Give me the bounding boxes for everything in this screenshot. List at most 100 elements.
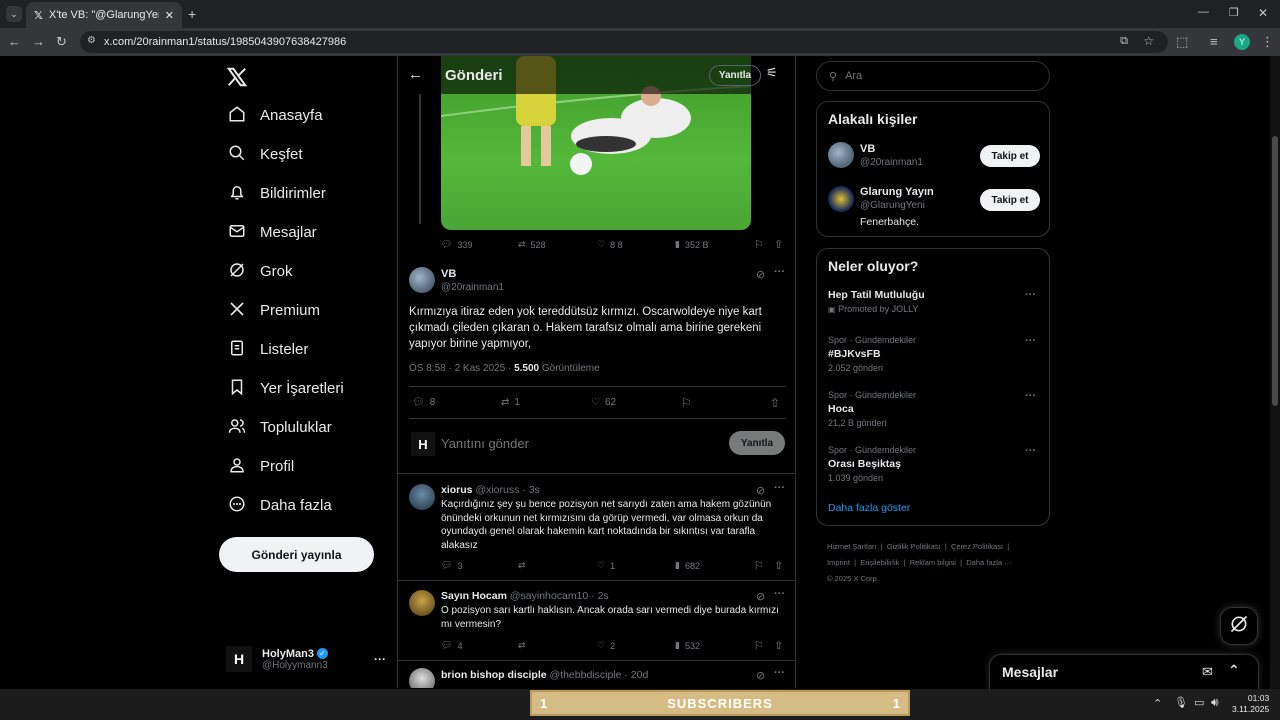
trend-item[interactable]: Spor · Gündemdekiler Hoca 21,2 B gönderi <box>828 390 1038 428</box>
reply-more-icon[interactable]: ··· <box>774 667 785 679</box>
reply-name[interactable]: xiorus <box>441 484 473 496</box>
trend-item[interactable]: Spor · Gündemdekiler Orası Beşiktaş 1.03… <box>828 445 1038 483</box>
reply-view-count[interactable]: ▮ 532 <box>675 640 700 651</box>
reply-repost-count[interactable]: ⇄ <box>518 560 531 571</box>
back-icon[interactable]: ← <box>8 34 21 49</box>
search-input[interactable] <box>845 70 1026 82</box>
bookmark-icon[interactable]: ⚐ <box>754 639 764 652</box>
new-tab-icon[interactable]: + <box>188 6 196 22</box>
reload-icon[interactable]: ↻ <box>56 34 67 50</box>
back-arrow-icon[interactable]: ← <box>408 66 423 83</box>
install-app-icon[interactable]: ⧉ <box>1120 35 1128 48</box>
footer-link[interactable]: Gizlilik Politikası <box>887 542 941 551</box>
author-handle[interactable]: @20rainman1 <box>441 282 504 293</box>
search-box[interactable]: ⚲ <box>816 61 1050 91</box>
trend-item[interactable]: Spor · Gündemdekiler #BJKvsFB 2.052 gönd… <box>828 335 1038 373</box>
x-logo-icon[interactable] <box>226 66 248 88</box>
forward-icon[interactable]: → <box>32 34 45 49</box>
grok-fab-button[interactable] <box>1220 607 1258 645</box>
footer-link[interactable]: Erişilebilirlik <box>860 558 899 567</box>
network-icon[interactable]: ▭ <box>1194 696 1204 709</box>
account-switcher[interactable]: H HolyMan3 ✓ @Holyymann3 ··· <box>226 644 386 674</box>
tray-chevron-icon[interactable]: ⌃ <box>1153 697 1162 710</box>
person-name[interactable]: VB <box>860 143 875 155</box>
expand-drawer-icon[interactable]: ⌃ <box>1228 662 1240 679</box>
bookmark-icon[interactable]: ⚐ <box>754 238 764 251</box>
nav-home[interactable]: Anasayfa <box>218 96 388 135</box>
reply-avatar[interactable] <box>409 484 435 510</box>
post-button[interactable]: Gönderi yayınla <box>219 537 374 572</box>
nav-bookmarks[interactable]: Yer İşaretleri <box>218 369 388 408</box>
reply-more-icon[interactable]: ··· <box>774 482 785 494</box>
nav-grok[interactable]: Grok <box>218 252 388 291</box>
reply-avatar[interactable] <box>409 668 435 688</box>
trend-more-icon[interactable]: ··· <box>1025 445 1036 457</box>
reply-handle[interactable]: @sayinhocam10 <box>510 590 588 602</box>
trend-item[interactable]: Hep Tatil Mutluluğu ▣ Promoted by JOLLY <box>828 289 1038 314</box>
trend-more-icon[interactable]: ··· <box>1025 335 1036 347</box>
main-bookmark-icon[interactable]: ⚐ <box>681 396 692 410</box>
reply-handle[interactable]: @thebbdisciple <box>550 669 622 681</box>
person-name[interactable]: Glarung Yayın <box>860 186 934 198</box>
nav-more[interactable]: Daha fazla <box>218 486 388 525</box>
main-repost-count[interactable]: ⇄ 1 <box>501 397 520 408</box>
restore-icon[interactable]: ❐ <box>1229 6 1239 19</box>
person-handle[interactable]: @20rainman1 <box>860 157 923 168</box>
grok-explain-icon[interactable]: ⊘ <box>756 669 765 682</box>
more-options-icon[interactable]: ··· <box>374 652 386 666</box>
main-share-icon[interactable]: ⇧ <box>770 396 780 410</box>
reply-more-icon[interactable]: ··· <box>774 588 785 600</box>
main-like-count[interactable]: ♡ 62 <box>591 397 616 408</box>
grok-explain-icon[interactable]: ⊘ <box>756 590 765 603</box>
system-clock[interactable]: 01:03 3.11.2025 <box>1232 693 1269 715</box>
like-count[interactable]: ♡ 8 8 <box>597 239 623 250</box>
reply-like-count[interactable]: ♡ 2 <box>597 640 615 651</box>
main-reply-count[interactable]: 💬︎ 8 <box>412 397 435 408</box>
footer-link[interactable]: Reklam bilgisi <box>910 558 956 567</box>
bookmark-star-icon[interactable]: ☆ <box>1143 34 1154 48</box>
volume-icon[interactable]: 🔊︎ <box>1211 695 1219 710</box>
grok-explain-icon[interactable]: ⊘ <box>756 268 765 281</box>
author-name[interactable]: VB <box>441 268 456 280</box>
extensions-icon[interactable]: ⬚ <box>1176 34 1188 50</box>
reply-name[interactable]: brion bishop disciple <box>441 669 547 681</box>
reply-reply-count[interactable]: 💬︎ 4 <box>441 640 462 651</box>
profile-avatar[interactable]: Y <box>1234 34 1250 50</box>
nav-profile[interactable]: Profil <box>218 447 388 486</box>
share-icon[interactable]: ⇧ <box>774 639 783 652</box>
reply-count[interactable]: 💬︎ 339 <box>441 239 472 250</box>
nav-lists[interactable]: Listeler <box>218 330 388 369</box>
reply-input[interactable] <box>441 433 681 453</box>
bookmark-icon[interactable]: ⚐ <box>754 559 764 572</box>
site-info-icon[interactable]: ⚙ <box>87 35 96 46</box>
reply-reply-count[interactable]: 💬︎ 3 <box>441 560 462 571</box>
address-bar[interactable]: ⚙ x.com/20rainman1/status/19850439076384… <box>80 31 1168 53</box>
footer-link[interactable]: Daha fazla ··· <box>966 558 1011 567</box>
follow-button[interactable]: Takip et <box>980 189 1040 211</box>
reply-name[interactable]: Sayın Hocam <box>441 590 507 602</box>
footer-link[interactable]: Hizmet Şartları <box>827 542 877 551</box>
close-tab-icon[interactable]: ✕ <box>165 9 174 22</box>
post-more-icon[interactable]: ··· <box>774 266 785 278</box>
page-scrollbar[interactable] <box>1270 56 1280 689</box>
close-window-icon[interactable]: ✕ <box>1258 6 1268 20</box>
view-count[interactable]: ▮ 352 B <box>675 239 708 250</box>
reply-view-count[interactable]: ▮ 682 <box>675 560 700 571</box>
browser-tab[interactable]: 𝕏 X'te VB: "@GlarungYeni Kırmızı ✕ <box>26 2 182 28</box>
person-avatar[interactable] <box>828 186 854 212</box>
person-avatar[interactable] <box>828 142 854 168</box>
messages-drawer[interactable]: Mesajlar ✉ ⌃ <box>989 654 1259 690</box>
share-icon[interactable]: ⇧ <box>774 238 783 251</box>
reply-header-button[interactable]: Yanıtla <box>709 65 761 86</box>
reply-handle[interactable]: @xioruss <box>475 484 519 496</box>
nav-messages[interactable]: Mesajlar <box>218 213 388 252</box>
nav-communities[interactable]: Topluluklar <box>218 408 388 447</box>
reply-like-count[interactable]: ♡ 1 <box>597 560 615 571</box>
nav-premium[interactable]: Premium <box>218 291 388 330</box>
nav-notifications[interactable]: Bildirimler <box>218 174 388 213</box>
follow-button[interactable]: Takip et <box>980 145 1040 167</box>
browser-menu-icon[interactable]: ⋮ <box>1261 34 1274 50</box>
trend-more-icon[interactable]: ··· <box>1025 289 1036 301</box>
repost-count[interactable]: ⇄ 528 <box>518 239 546 250</box>
media-icon[interactable]: ≡ <box>1210 34 1218 49</box>
